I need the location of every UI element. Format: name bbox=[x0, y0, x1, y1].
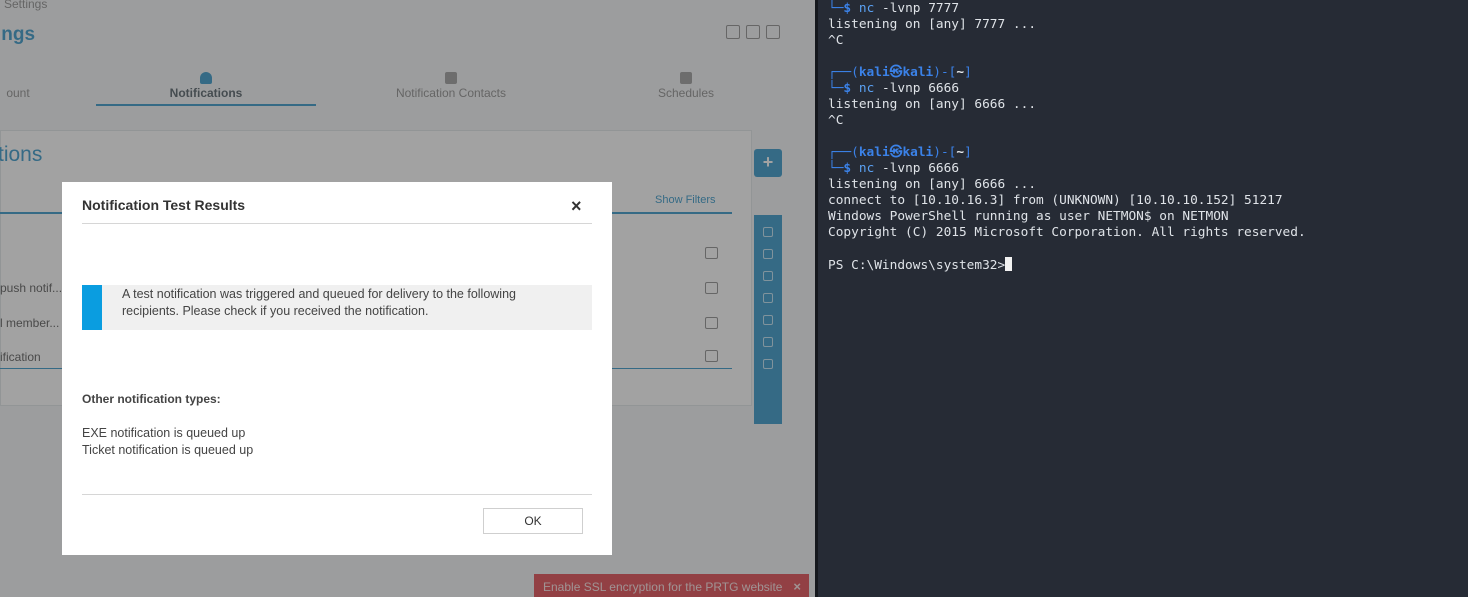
terminal-output-line: listening on [any] 6666 ... bbox=[828, 177, 1037, 192]
other-type-item: Ticket notification is queued up bbox=[82, 443, 254, 457]
terminal-prompt-line: ┌──(kali㉿kali)-[~] bbox=[828, 145, 972, 160]
terminal-cursor bbox=[1005, 257, 1013, 271]
terminal-output-line: Copyright (C) 2015 Microsoft Corporation… bbox=[828, 225, 1306, 240]
ok-button[interactable]: OK bbox=[483, 508, 583, 534]
dialog-divider bbox=[82, 223, 592, 224]
terminal-output-line: listening on [any] 6666 ... bbox=[828, 97, 1037, 112]
terminal-window[interactable]: └─$ nc -lvnp 7777 listening on [any] 777… bbox=[818, 0, 1468, 597]
terminal-ps-prompt[interactable]: PS C:\Windows\system32> bbox=[828, 257, 1468, 273]
other-types-heading: Other notification types: bbox=[82, 392, 221, 406]
other-type-item: EXE notification is queued up bbox=[82, 426, 246, 440]
terminal-output-line: connect to [10.10.16.3] from (UNKNOWN) [… bbox=[828, 193, 1283, 208]
terminal-command-line: └─$ nc -lvnp 6666 bbox=[828, 81, 960, 96]
terminal-output-line: Windows PowerShell running as user NETMO… bbox=[828, 209, 1229, 224]
terminal-command-line: └─$ nc -lvnp 6666 bbox=[828, 161, 960, 176]
info-message-text: A test notification was triggered and qu… bbox=[122, 287, 516, 318]
info-accent-bar bbox=[82, 285, 102, 330]
terminal-command-line: └─$ nc -lvnp 7777 bbox=[828, 1, 960, 16]
info-message: A test notification was triggered and qu… bbox=[82, 285, 592, 330]
terminal-prompt-line: ┌──(kali㉿kali)-[~] bbox=[828, 65, 972, 80]
terminal-output-line: ^C bbox=[828, 33, 844, 48]
terminal-output-line: ^C bbox=[828, 113, 844, 128]
close-icon[interactable]: × bbox=[571, 197, 582, 215]
dialog-divider bbox=[82, 494, 592, 495]
terminal-output-line: listening on [any] 7777 ... bbox=[828, 17, 1037, 32]
notification-test-results-dialog: Notification Test Results × A test notif… bbox=[62, 182, 612, 555]
dialog-title: Notification Test Results bbox=[82, 197, 246, 213]
